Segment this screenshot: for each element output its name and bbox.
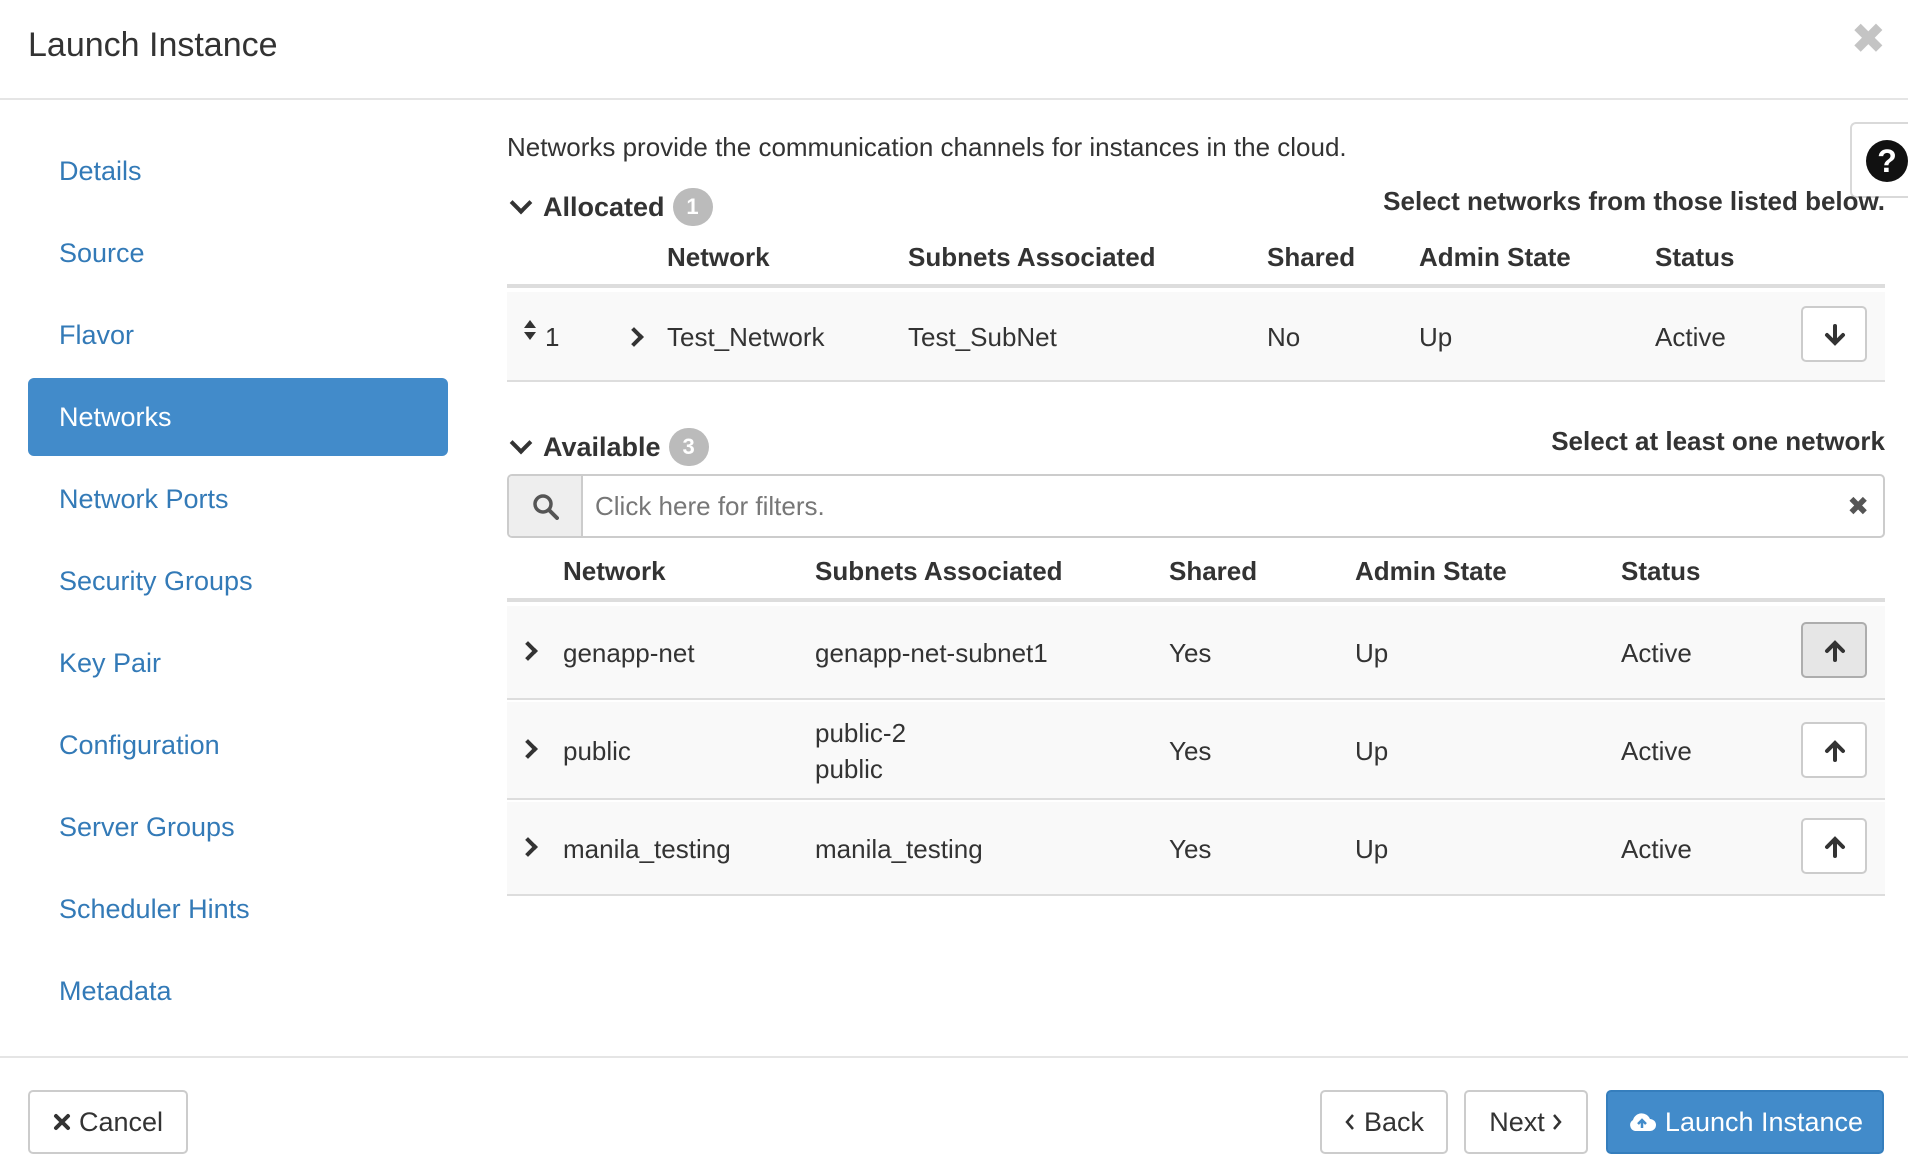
- wizard-sidebar: Details Source Flavor Networks Network P…: [28, 132, 448, 1034]
- networks-description: Networks provide the communication chann…: [507, 132, 1347, 162]
- sidebar-item-server-groups[interactable]: Server Groups: [28, 788, 448, 866]
- subnet-name: public: [815, 754, 883, 784]
- column-header-subnets[interactable]: Subnets Associated: [815, 556, 1063, 587]
- table-row: 1 Test_Network Test_SubNet No Up Active: [507, 292, 1885, 382]
- admin-state-value: Up: [1355, 638, 1389, 668]
- close-icon: [53, 1113, 71, 1131]
- chevron-down-icon: [509, 191, 533, 215]
- search-icon: [533, 494, 559, 520]
- shared-value: Yes: [1169, 638, 1212, 668]
- launch-instance-label: Launch Instance: [1664, 1106, 1864, 1137]
- next-label: Next: [1489, 1106, 1545, 1137]
- chevron-left-icon: [1344, 1113, 1356, 1131]
- column-header-shared[interactable]: Shared: [1169, 556, 1257, 587]
- allocate-button[interactable]: [1801, 818, 1867, 874]
- shared-value: Yes: [1169, 736, 1212, 766]
- allocated-section-header: Allocated 1 Select networks from those l…: [507, 184, 1885, 228]
- chevron-down-icon: [509, 431, 533, 455]
- status-value: Active: [1621, 736, 1692, 766]
- sidebar-item-scheduler-hints[interactable]: Scheduler Hints: [28, 870, 448, 948]
- table-row: public public-2 public Yes Up Active: [507, 702, 1885, 800]
- question-circle-icon: ?: [1866, 140, 1908, 182]
- subnet-name: public-2: [815, 718, 907, 748]
- sidebar-item-configuration[interactable]: Configuration: [28, 706, 448, 784]
- allocate-button[interactable]: [1801, 722, 1867, 778]
- subnet-name: genapp-net-subnet1: [815, 638, 1048, 668]
- next-button[interactable]: Next: [1464, 1090, 1588, 1154]
- column-header-admin-state[interactable]: Admin State: [1355, 556, 1507, 587]
- status-value: Active: [1621, 834, 1692, 864]
- arrow-up-icon: [1825, 740, 1845, 762]
- arrow-up-icon: [1825, 836, 1845, 858]
- network-name: manila_testing: [563, 834, 731, 864]
- column-header-network[interactable]: Network: [563, 556, 666, 587]
- cancel-button[interactable]: Cancel: [28, 1090, 188, 1154]
- chevron-right-icon[interactable]: [518, 837, 538, 857]
- shared-value: Yes: [1169, 834, 1212, 864]
- admin-state-value: Up: [1355, 834, 1389, 864]
- status-value: Active: [1655, 322, 1726, 352]
- available-table-header: Network Subnets Associated Shared Admin …: [507, 544, 1885, 602]
- allocated-table-header: Network Subnets Associated Shared Admin …: [507, 230, 1885, 288]
- sidebar-item-key-pair[interactable]: Key Pair: [28, 624, 448, 702]
- sidebar-item-network-ports[interactable]: Network Ports: [28, 460, 448, 538]
- arrow-up-icon: [1825, 640, 1845, 662]
- filter-bar: ✖: [507, 474, 1885, 538]
- column-header-subnets[interactable]: Subnets Associated: [908, 242, 1156, 273]
- launch-instance-modal: Launch Instance ✖ Details Source Flavor …: [0, 0, 1908, 1172]
- admin-state-value: Up: [1355, 736, 1389, 766]
- network-name: public: [563, 736, 631, 766]
- chevron-right-icon[interactable]: [624, 327, 644, 347]
- network-name: Test_Network: [667, 322, 825, 352]
- table-row: manila_testing manila_testing Yes Up Act…: [507, 802, 1885, 896]
- allocated-label: Allocated: [543, 191, 665, 222]
- available-label: Available: [543, 431, 661, 462]
- clear-filter-icon[interactable]: ✖: [1847, 491, 1869, 522]
- cancel-label: Cancel: [78, 1106, 164, 1137]
- allocated-order: 1: [545, 322, 560, 352]
- admin-state-value: Up: [1419, 322, 1453, 352]
- sidebar-item-source[interactable]: Source: [28, 214, 448, 292]
- modal-footer: Cancel Back Next Launch Instance: [0, 1056, 1908, 1172]
- status-value: Active: [1621, 638, 1692, 668]
- chevron-right-icon[interactable]: [518, 641, 538, 661]
- arrow-down-icon: [1825, 324, 1845, 346]
- sort-handle-icon[interactable]: [523, 318, 537, 346]
- sidebar-item-security-groups[interactable]: Security Groups: [28, 542, 448, 620]
- deallocate-button[interactable]: [1801, 306, 1867, 362]
- back-button[interactable]: Back: [1320, 1090, 1448, 1154]
- column-header-status[interactable]: Status: [1655, 242, 1734, 273]
- column-header-network[interactable]: Network: [667, 242, 770, 273]
- launch-instance-button[interactable]: Launch Instance: [1606, 1090, 1884, 1154]
- sidebar-item-flavor[interactable]: Flavor: [28, 296, 448, 374]
- table-row: genapp-net genapp-net-subnet1 Yes Up Act…: [507, 606, 1885, 700]
- available-count-badge: 3: [668, 428, 709, 466]
- allocated-toggle[interactable]: Allocated 1: [507, 188, 713, 226]
- network-name: genapp-net: [563, 638, 695, 668]
- filter-input[interactable]: [585, 476, 1825, 536]
- modal-header: Launch Instance ✖: [0, 0, 1908, 100]
- cloud-upload-icon: [1627, 1111, 1657, 1133]
- sidebar-item-networks[interactable]: Networks: [28, 378, 448, 456]
- shared-value: No: [1267, 322, 1301, 352]
- subnet-name: Test_SubNet: [908, 322, 1057, 352]
- chevron-right-icon: [1551, 1113, 1563, 1131]
- available-section-header: Available 3 Select at least one network: [507, 424, 1885, 468]
- column-header-shared[interactable]: Shared: [1267, 242, 1355, 273]
- close-icon[interactable]: ✖: [1851, 18, 1886, 60]
- column-header-status[interactable]: Status: [1621, 556, 1700, 587]
- available-toggle[interactable]: Available 3: [507, 428, 709, 466]
- allocated-count-badge: 1: [672, 188, 713, 226]
- chevron-right-icon[interactable]: [518, 739, 538, 759]
- subnet-name: manila_testing: [815, 834, 983, 864]
- allocate-button[interactable]: [1801, 622, 1867, 678]
- allocated-hint: Select networks from those listed below.: [1383, 186, 1885, 216]
- search-icon-addon: [509, 476, 583, 536]
- column-header-admin-state[interactable]: Admin State: [1419, 242, 1571, 273]
- back-label: Back: [1363, 1106, 1425, 1137]
- sidebar-item-details[interactable]: Details: [28, 132, 448, 210]
- sidebar-item-metadata[interactable]: Metadata: [28, 952, 448, 1030]
- modal-title: Launch Instance: [28, 26, 278, 64]
- available-hint: Select at least one network: [1551, 426, 1885, 456]
